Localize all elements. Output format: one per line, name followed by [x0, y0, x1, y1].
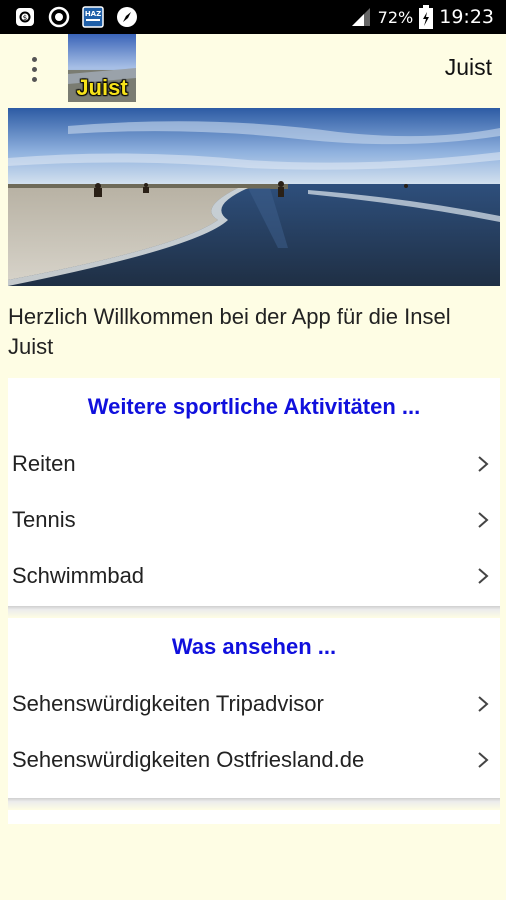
list-item-label: Sehenswürdigkeiten Ostfriesland.de: [12, 747, 365, 772]
chevron-right-icon: [478, 752, 489, 768]
card-divider: [8, 606, 500, 618]
list-item-label: Sehenswürdigkeiten Tripadvisor: [12, 691, 324, 716]
svg-text:$: $: [23, 14, 27, 22]
app-bar: Juist Juist: [0, 34, 506, 104]
battery-percent: 72%: [377, 7, 414, 27]
list-item-label: Schwimmbad: [12, 563, 145, 588]
whatsapp-icon: $: [16, 8, 34, 26]
battery-icon: [419, 5, 434, 29]
status-time: 19:23: [439, 6, 494, 28]
welcome-text: Herzlich Willkommen bei der App für die …: [8, 304, 451, 359]
chevron-right-icon: [478, 568, 489, 584]
card-sport-activities: Weitere sportliche Aktivitäten ... Reite…: [8, 378, 500, 606]
chevron-right-icon: [478, 456, 489, 472]
app-logo-text: Juist: [76, 75, 128, 100]
list-item-tennis[interactable]: Tennis: [8, 492, 500, 548]
app-title: Juist: [444, 54, 492, 80]
section-heading-sightseeing: Was ansehen ...: [171, 634, 337, 659]
card-divider: [8, 798, 500, 810]
chevron-right-icon: [478, 696, 489, 712]
next-card-edge: [8, 810, 500, 824]
sync-icon: [48, 6, 70, 28]
list-item-schwimmbad[interactable]: Schwimmbad: [8, 548, 500, 604]
list-item-tripadvisor[interactable]: Sehenswürdigkeiten Tripadvisor: [8, 676, 500, 732]
card-sightseeing: Was ansehen ... Sehenswürdigkeiten Tripa…: [8, 618, 500, 798]
list-item-label: Reiten: [12, 451, 76, 476]
signal-icon: [351, 8, 370, 26]
chevron-right-icon: [478, 512, 489, 528]
compass-icon: [117, 7, 137, 27]
haz-app-icon: HAZ: [82, 6, 104, 28]
overflow-menu-icon[interactable]: [20, 48, 48, 90]
list-item-reiten[interactable]: Reiten: [8, 436, 500, 492]
list-item-ostfriesland[interactable]: Sehenswürdigkeiten Ostfriesland.de: [8, 732, 500, 788]
svg-text:HAZ: HAZ: [85, 10, 101, 18]
section-heading-sport: Weitere sportliche Aktivitäten ...: [87, 394, 421, 419]
hero-beach-image: [8, 108, 500, 286]
app-logo: Juist: [68, 34, 136, 102]
status-bar: $ HAZ 72% 19:23: [0, 0, 506, 34]
list-item-label: Tennis: [12, 507, 76, 532]
